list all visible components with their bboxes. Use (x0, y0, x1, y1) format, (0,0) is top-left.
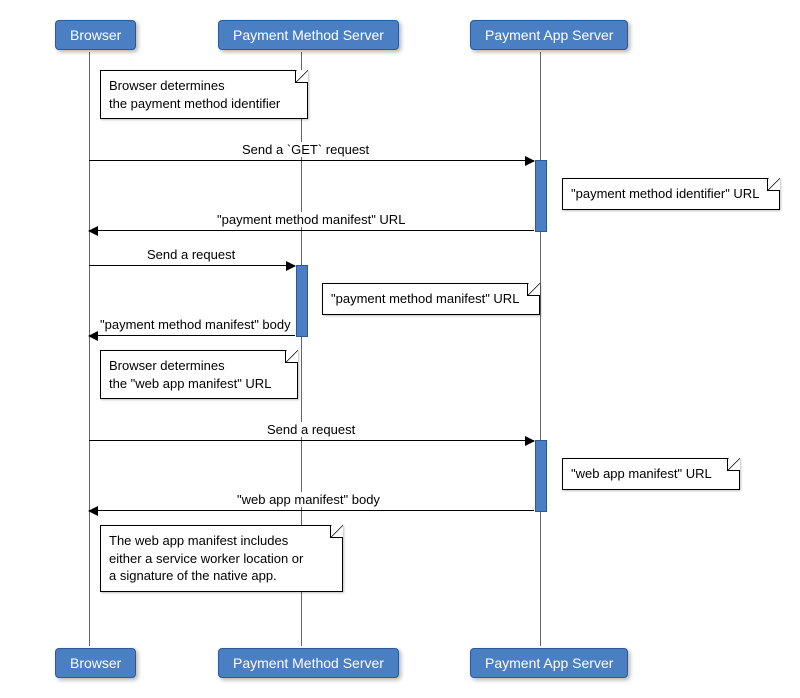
participant-label: Payment App Server (485, 655, 613, 671)
participant-pms-top: Payment Method Server (218, 20, 399, 50)
note-pmi-url: "payment method identifier" URL (562, 178, 780, 210)
participant-pas-top: Payment App Server (470, 20, 628, 50)
note-line: Browser determines (109, 358, 225, 373)
activation-pms-1 (296, 265, 308, 337)
note-wam-includes: The web app manifest includes either a s… (100, 525, 343, 592)
note-line: "payment method identifier" URL (571, 186, 759, 201)
arrow-send-request-pas (89, 440, 534, 441)
lifeline-browser (89, 52, 90, 646)
note-line: Browser determines (109, 78, 225, 93)
arrow-label: Send a request (145, 247, 237, 262)
arrow-label: Send a `GET` request (240, 142, 371, 157)
participant-browser-bottom: Browser (55, 648, 136, 678)
participant-label: Payment App Server (485, 27, 613, 43)
note-line: the "web app manifest" URL (109, 376, 271, 391)
note-line: "payment method manifest" URL (331, 291, 519, 306)
arrow-label: Send a request (265, 422, 357, 437)
lifeline-pas (540, 52, 541, 646)
participant-pas-bottom: Payment App Server (470, 648, 628, 678)
arrow-get-request (89, 160, 534, 161)
arrow-pmm-url (89, 230, 534, 231)
activation-pas-2 (535, 440, 547, 512)
note-wam-url: "web app manifest" URL (562, 458, 740, 490)
arrow-wam-body (89, 510, 534, 511)
participant-label: Browser (70, 655, 121, 671)
note-pmm-url: "payment method manifest" URL (322, 283, 540, 315)
arrow-pmm-body (89, 335, 295, 336)
note-line: "web app manifest" URL (571, 466, 712, 481)
note-line: the payment method identifier (109, 96, 280, 111)
arrow-label: "payment method manifest" body (98, 317, 293, 332)
note-browser-determines-wam: Browser determines the "web app manifest… (100, 350, 298, 399)
activation-pas-1 (535, 160, 547, 232)
participant-label: Browser (70, 27, 121, 43)
note-line: The web app manifest includes (109, 533, 288, 548)
note-line: either a service worker location or (109, 551, 303, 566)
arrow-send-request-pms (89, 265, 295, 266)
participant-label: Payment Method Server (233, 27, 384, 43)
sequence-diagram: Browser Payment Method Server Payment Ap… (0, 0, 800, 698)
participant-label: Payment Method Server (233, 655, 384, 671)
arrow-label: "web app manifest" body (235, 492, 382, 507)
arrow-label: "payment method manifest" URL (215, 212, 407, 227)
participant-browser-top: Browser (55, 20, 136, 50)
participant-pms-bottom: Payment Method Server (218, 648, 399, 678)
note-line: a signature of the native app. (109, 568, 277, 583)
note-browser-determines-pmi: Browser determines the payment method id… (100, 70, 308, 119)
